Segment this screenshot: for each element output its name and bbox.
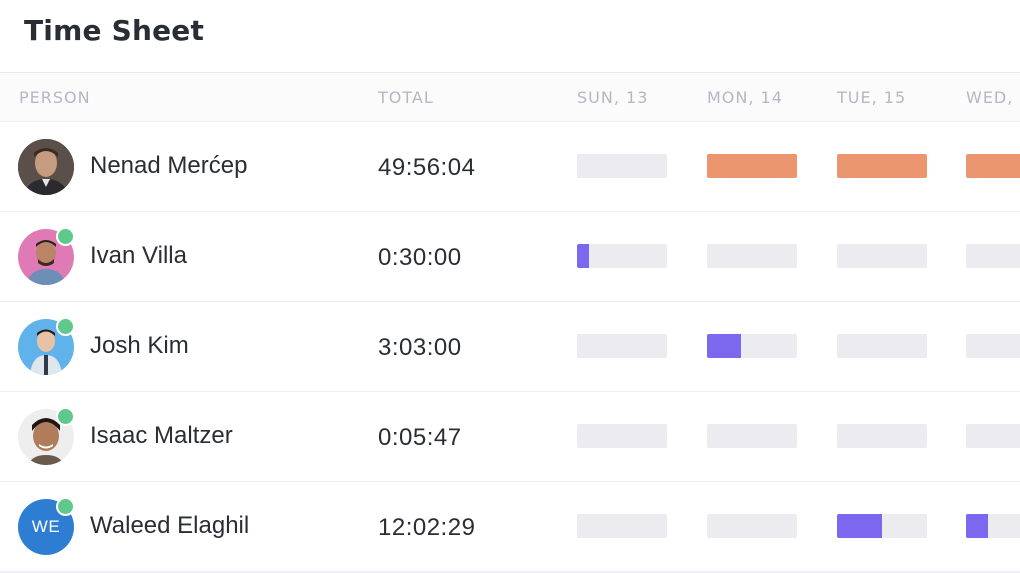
day-time-bar[interactable] — [707, 514, 797, 538]
table-row[interactable]: Isaac Maltzer 0:05:47 — [0, 392, 1020, 483]
page-title: Time Sheet — [24, 14, 205, 47]
day-time-bar[interactable] — [966, 514, 1020, 538]
person-name[interactable]: Isaac Maltzer — [90, 422, 233, 450]
day-time-bar[interactable] — [707, 244, 797, 268]
online-status-icon — [56, 317, 75, 336]
online-status-icon — [56, 407, 75, 426]
timesheet-header: Time Sheet — [0, 0, 1020, 73]
person-name[interactable]: Waleed Elaghil — [90, 512, 249, 540]
person-name[interactable]: Nenad Merćep — [90, 152, 247, 180]
column-header-day-sun: SUN, 13 — [577, 88, 649, 107]
total-time: 0:05:47 — [378, 424, 462, 451]
day-time-bar[interactable] — [707, 334, 797, 358]
avatar[interactable] — [18, 227, 75, 285]
table-row[interactable]: Josh Kim 3:03:00 — [0, 302, 1020, 393]
table-row[interactable]: Nenad Merćep 49:56:04 — [0, 122, 1020, 213]
day-time-bar[interactable] — [837, 424, 927, 448]
day-time-bar[interactable] — [966, 334, 1020, 358]
avatar[interactable]: WE — [18, 497, 75, 555]
day-time-bar[interactable] — [837, 334, 927, 358]
avatar[interactable] — [18, 139, 74, 195]
online-status-icon — [56, 227, 75, 246]
day-time-bar[interactable] — [837, 154, 927, 178]
day-time-bar-fill — [837, 514, 882, 538]
column-header-day-wed: WED, 16 — [966, 88, 1020, 107]
person-name[interactable]: Josh Kim — [90, 332, 189, 360]
day-time-bar[interactable] — [577, 424, 667, 448]
day-time-bar[interactable] — [707, 154, 797, 178]
table-row[interactable]: Ivan Villa 0:30:00 — [0, 212, 1020, 303]
total-time: 3:03:00 — [378, 334, 462, 361]
avatar[interactable] — [18, 317, 75, 375]
table-row[interactable]: WE Waleed Elaghil 12:02:29 — [0, 482, 1020, 573]
day-time-bar-fill — [966, 514, 988, 538]
column-header-total[interactable]: TOTAL — [378, 88, 434, 107]
total-time: 12:02:29 — [378, 514, 476, 541]
day-time-bar[interactable] — [837, 514, 927, 538]
day-time-bar[interactable] — [577, 334, 667, 358]
day-time-bar[interactable] — [707, 424, 797, 448]
day-time-bar[interactable] — [577, 154, 667, 178]
table-header-row: PERSON TOTAL SUN, 13 MON, 14 TUE, 15 WED… — [0, 73, 1020, 122]
day-time-bar[interactable] — [837, 244, 927, 268]
avatar[interactable] — [18, 407, 75, 465]
person-name[interactable]: Ivan Villa — [90, 242, 187, 270]
day-time-bar[interactable] — [966, 424, 1020, 448]
day-time-bar-fill — [577, 244, 589, 268]
column-header-day-tue: TUE, 15 — [837, 88, 907, 107]
column-header-day-mon: MON, 14 — [707, 88, 783, 107]
day-time-bar[interactable] — [577, 244, 667, 268]
day-time-bar[interactable] — [966, 244, 1020, 268]
total-time: 0:30:00 — [378, 244, 462, 271]
day-time-bar-fill — [837, 154, 927, 178]
day-time-bar-fill — [707, 334, 741, 358]
column-header-person[interactable]: PERSON — [19, 88, 91, 107]
avatar-image — [18, 139, 74, 195]
day-time-bar-fill — [966, 154, 1020, 178]
day-time-bar[interactable] — [966, 154, 1020, 178]
online-status-icon — [56, 497, 75, 516]
total-time: 49:56:04 — [378, 154, 476, 181]
day-time-bar-fill — [707, 154, 797, 178]
day-time-bar[interactable] — [577, 514, 667, 538]
